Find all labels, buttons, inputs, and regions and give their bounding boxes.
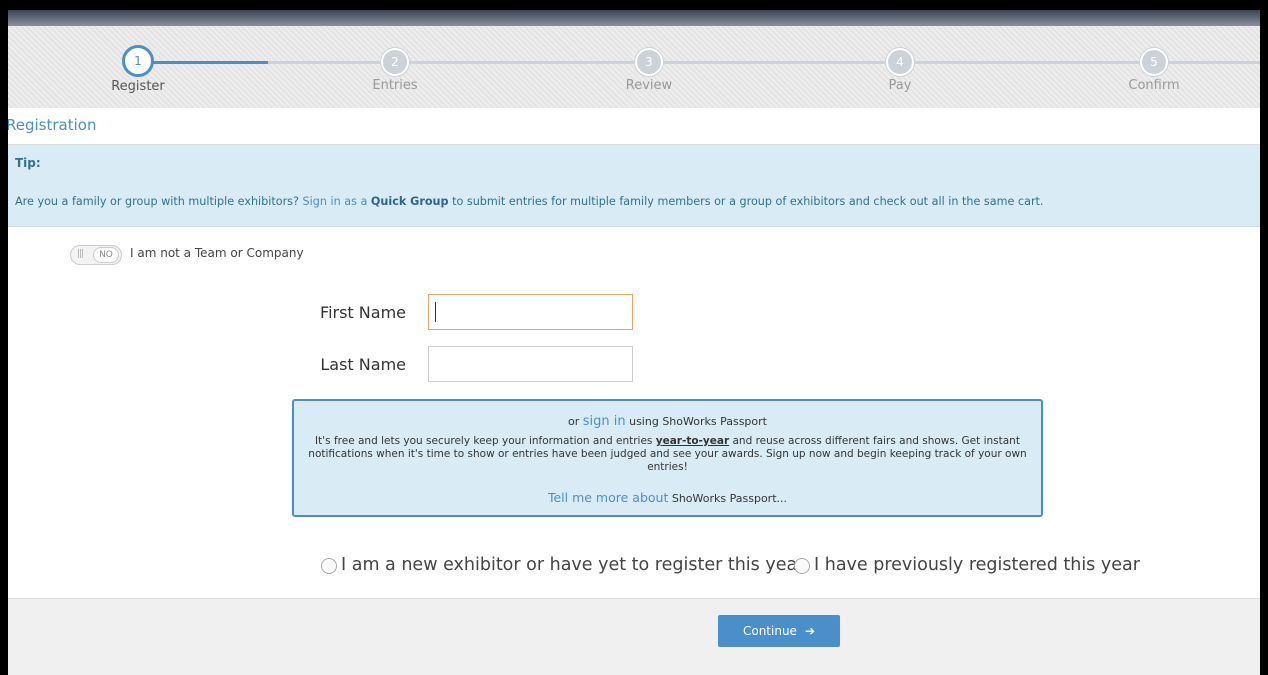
step-number: 5 [1140,48,1168,76]
first-name-label: First Name [320,303,406,322]
step-register: 1 Register [78,45,198,94]
passport-box: or sign in using ShoWorks Passport It's … [292,399,1043,517]
tip-box: Tip: Are you a family or group with mult… [8,145,1260,227]
team-toggle-label: I am not a Team or Company [130,246,304,260]
previous-registered-radio[interactable] [794,558,810,574]
passport-or: or [568,415,583,428]
section-header: Registration [8,108,1260,145]
quick-group-signin-link[interactable]: Sign in as a Quick Group [303,195,449,208]
first-name-input[interactable] [428,294,633,330]
tip-suffix: to submit entries for multiple family me… [448,195,1044,208]
step-label: Confirm [1128,78,1180,93]
step-number: 3 [635,48,663,76]
last-name-label: Last Name [320,355,406,374]
continue-label: Continue [742,624,797,638]
step-entries: 2 Entries [335,48,455,93]
toggle-state: NO [93,247,119,263]
new-exhibitor-label[interactable]: I am a new exhibitor or have yet to regi… [341,555,804,575]
previous-registered-label[interactable]: I have previously registered this year [814,555,1140,575]
toggle-grip-icon: ||| [77,249,84,259]
passport-tell-more-suffix: ShoWorks Passport... [668,492,788,505]
tip-title: Tip: [15,156,41,170]
continue-button[interactable]: Continue ➔ [718,615,840,647]
step-number: 2 [381,48,409,76]
step-number: 1 [122,45,154,77]
step-review: 3 Review [589,48,709,93]
footer-bar [8,598,1260,675]
last-name-input[interactable] [428,346,633,382]
progress-steps: 1 Register 2 Entries 3 Review 4 Pay 5 Co… [8,26,1260,108]
passport-tell-more-link[interactable]: Tell me more about [548,490,668,505]
passport-more-line: Tell me more about ShoWorks Passport... [294,490,1041,505]
new-exhibitor-radio[interactable] [321,558,337,574]
team-toggle[interactable]: ||| NO [70,245,122,265]
passport-using: using ShoWorks Passport [625,415,767,428]
step-pay: 4 Pay [840,48,960,93]
page-frame: 1 Register 2 Entries 3 Review 4 Pay 5 Co… [8,10,1260,675]
step-label: Pay [888,78,912,93]
passport-signin-line: or sign in using ShoWorks Passport [294,414,1041,429]
top-bar [8,10,1260,26]
step-confirm: 5 Confirm [1094,48,1214,93]
step-label: Entries [372,78,418,93]
text-caret [435,302,436,322]
page-title: Registration [8,116,97,134]
passport-sign-in-link[interactable]: sign in [583,414,626,429]
tip-text: Are you a family or group with multiple … [15,195,1043,208]
step-label: Review [625,78,673,93]
passport-description: It's free and lets you securely keep you… [306,435,1029,474]
arrow-right-icon: ➔ [804,624,816,638]
tip-prefix: Are you a family or group with multiple … [15,195,303,208]
passport-body-1: It's free and lets you securely keep you… [315,435,656,447]
passport-year-to-year: year-to-year [655,435,730,447]
step-number: 4 [886,48,914,76]
step-label: Register [111,79,165,94]
tip-sign-in: Sign in as a [302,195,371,208]
tip-quick-group: Quick Group [370,195,449,208]
